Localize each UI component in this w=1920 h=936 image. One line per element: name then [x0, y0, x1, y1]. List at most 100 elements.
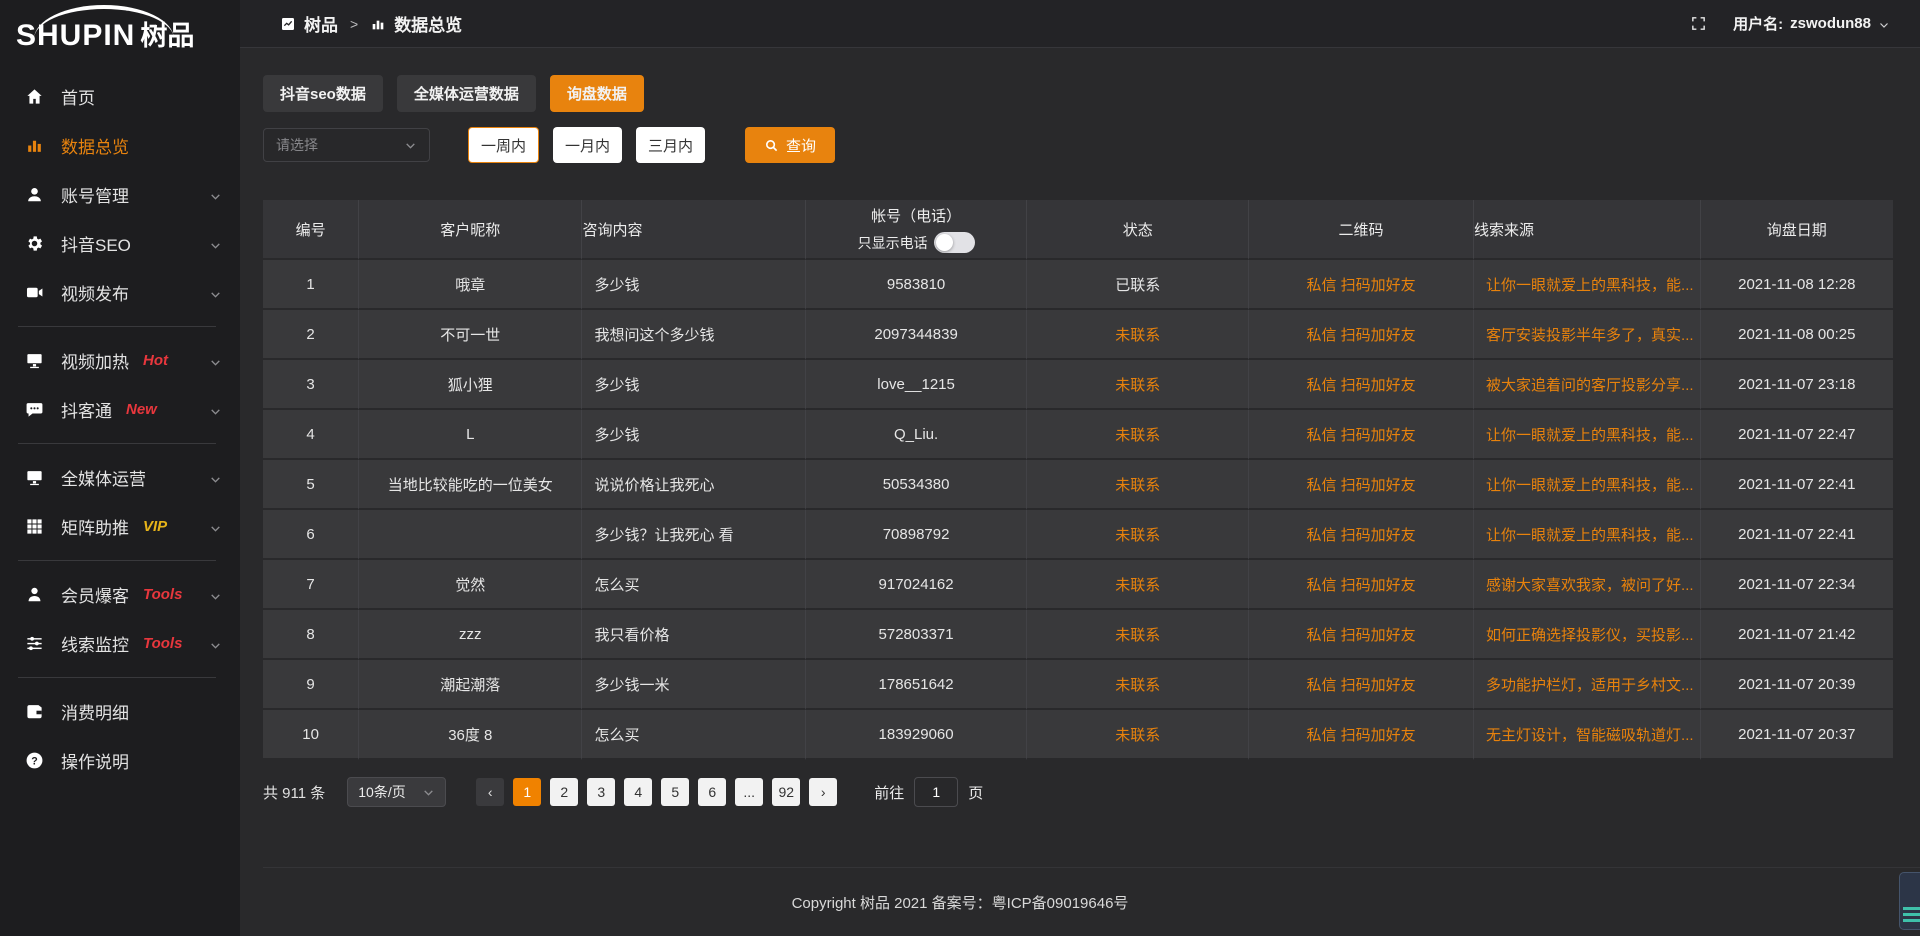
wallet-icon	[25, 702, 44, 721]
sidebar-item-label: 操作说明	[61, 748, 129, 773]
sidebar-item-wallet[interactable]: 消费明细	[0, 687, 240, 736]
page-size-select[interactable]: 10条/页	[347, 777, 446, 807]
sidebar-item-label: 线索监控	[61, 631, 129, 656]
breadcrumb-root[interactable]: 树品	[304, 11, 338, 36]
page-button-3[interactable]: 3	[587, 778, 615, 806]
col-header-qrcode: 二维码	[1249, 200, 1474, 260]
pager-ellipsis[interactable]: ...	[735, 778, 763, 806]
lead-source-link[interactable]: 被大家追着问的客厅投影分享...	[1486, 377, 1694, 394]
cell-qrcode: 私信 扫码加好友	[1249, 410, 1474, 460]
lead-source-link[interactable]: 让你一眼就爱上的黑科技，能...	[1486, 427, 1694, 444]
lead-source-link[interactable]: 让你一眼就爱上的黑科技，能...	[1486, 277, 1694, 294]
username-value: zswodun88	[1790, 15, 1871, 32]
qr-actions-link[interactable]: 私信 扫码加好友	[1306, 527, 1415, 544]
tab-2[interactable]: 全媒体运营数据	[397, 75, 536, 112]
period-button-1[interactable]: 一周内	[468, 127, 539, 163]
user-menu[interactable]: 用户名: zswodun88	[1733, 13, 1890, 34]
cell-content: 多少钱一米	[582, 660, 805, 710]
lead-source-link[interactable]: 感谢大家喜欢我家，被问了好...	[1486, 577, 1694, 594]
sidebar-item-member[interactable]: 会员爆客Tools	[0, 570, 240, 619]
prev-page-button[interactable]: ‹	[476, 778, 504, 806]
page-button-2[interactable]: 2	[550, 778, 578, 806]
qr-actions-link[interactable]: 私信 扫码加好友	[1306, 327, 1415, 344]
sliders-icon	[25, 634, 44, 653]
sidebar-item-label: 视频发布	[61, 280, 129, 305]
qr-actions-link[interactable]: 私信 扫码加好友	[1306, 277, 1415, 294]
sidebar-item-video[interactable]: 视频发布	[0, 268, 240, 317]
cell-source: 被大家追着问的客厅投影分享...	[1474, 360, 1701, 410]
sidebar-item-sliders[interactable]: 线索监控Tools	[0, 619, 240, 668]
page-button-92[interactable]: 92	[772, 778, 800, 806]
lead-source-link[interactable]: 无主灯设计，智能磁吸轨道灯...	[1486, 727, 1694, 744]
topbar-right: 用户名: zswodun88	[1690, 13, 1890, 34]
cell-qrcode: 私信 扫码加好友	[1249, 260, 1474, 310]
lead-source-link[interactable]: 客厅安装投影半年多了，真实...	[1486, 327, 1694, 344]
grid-icon	[25, 517, 44, 536]
page-button-5[interactable]: 5	[661, 778, 689, 806]
cell-nickname: 潮起潮落	[359, 660, 582, 710]
sidebar-item-help[interactable]: ?操作说明	[0, 736, 240, 785]
sidebar-item-chart[interactable]: 数据总览	[0, 121, 240, 170]
sidebar-item-screen[interactable]: 全媒体运营	[0, 453, 240, 502]
cell-date: 2021-11-07 20:39	[1701, 660, 1893, 710]
cell-source: 让你一眼就爱上的黑科技，能...	[1474, 410, 1701, 460]
sidebar-item-label: 视频加热	[61, 348, 129, 373]
cell-account: 2097344839	[806, 310, 1028, 360]
chevron-down-icon	[209, 354, 222, 367]
sidebar-item-gear[interactable]: 抖音SEO	[0, 219, 240, 268]
cell-status: 未联系	[1027, 510, 1249, 560]
sidebar-divider	[18, 326, 216, 327]
sidebar-item-grid[interactable]: 矩阵助推VIP	[0, 502, 240, 551]
lead-source-link[interactable]: 多功能护栏灯，适用于乡村文...	[1486, 677, 1694, 694]
cell-nickname: 哦章	[359, 260, 582, 310]
page-button-1[interactable]: 1	[513, 778, 541, 806]
search-button[interactable]: 查询	[745, 127, 835, 163]
next-page-button[interactable]: ›	[809, 778, 837, 806]
qr-actions-link[interactable]: 私信 扫码加好友	[1306, 377, 1415, 394]
cell-no: 9	[263, 660, 359, 710]
tab-3[interactable]: 询盘数据	[550, 75, 644, 112]
tab-1[interactable]: 抖音seo数据	[263, 75, 383, 112]
cell-content: 多少钱？让我死心 看	[582, 510, 805, 560]
sidebar-divider	[18, 677, 216, 678]
sidebar-item-label: 抖客通	[61, 397, 112, 422]
sidebar-item-monitor[interactable]: 视频加热Hot	[0, 336, 240, 385]
table-row: 2不可一世我想问这个多少钱2097344839未联系私信 扫码加好友客厅安装投影…	[263, 310, 1893, 360]
cell-status: 未联系	[1027, 310, 1249, 360]
col-header-status: 状态	[1027, 200, 1249, 260]
cell-status: 未联系	[1027, 560, 1249, 610]
period-button-2[interactable]: 一月内	[553, 127, 622, 163]
jump-page-input[interactable]	[914, 777, 958, 807]
cell-content: 多少钱	[582, 260, 805, 310]
monitor-icon	[25, 351, 44, 370]
qr-actions-link[interactable]: 私信 扫码加好友	[1306, 427, 1415, 444]
fullscreen-icon[interactable]	[1690, 15, 1707, 32]
brand-logo[interactable]: SHUPIN树品	[0, 0, 240, 58]
cell-account: 572803371	[806, 610, 1028, 660]
cell-account: 917024162	[806, 560, 1028, 610]
period-button-3[interactable]: 三月内	[636, 127, 705, 163]
col-header-account-label: 帐号（电话）	[806, 205, 1027, 226]
lead-source-link[interactable]: 如何正确选择投影仪，买投影...	[1486, 627, 1694, 644]
qr-actions-link[interactable]: 私信 扫码加好友	[1306, 477, 1415, 494]
lead-source-link[interactable]: 让你一眼就爱上的黑科技，能...	[1486, 527, 1694, 544]
lead-source-link[interactable]: 让你一眼就爱上的黑科技，能...	[1486, 477, 1694, 494]
phone-only-toggle[interactable]	[934, 232, 975, 253]
sidebar-item-user[interactable]: 账号管理	[0, 170, 240, 219]
qr-actions-link[interactable]: 私信 扫码加好友	[1306, 727, 1415, 744]
cell-status: 未联系	[1027, 360, 1249, 410]
cell-date: 2021-11-08 00:25	[1701, 310, 1893, 360]
qr-actions-link[interactable]: 私信 扫码加好友	[1306, 627, 1415, 644]
table-row: 6多少钱？让我死心 看70898792未联系私信 扫码加好友让你一眼就爱上的黑科…	[263, 510, 1893, 560]
sidebar-item-home[interactable]: 首页	[0, 72, 240, 121]
floating-widget[interactable]	[1899, 872, 1920, 930]
chevron-down-icon	[209, 237, 222, 250]
sidebar-item-label: 矩阵助推	[61, 514, 129, 539]
qr-actions-link[interactable]: 私信 扫码加好友	[1306, 677, 1415, 694]
filter-select[interactable]: 请选择	[263, 128, 430, 162]
qr-actions-link[interactable]: 私信 扫码加好友	[1306, 577, 1415, 594]
bar-chart-icon	[370, 16, 386, 32]
sidebar-item-chat[interactable]: 抖客通New	[0, 385, 240, 434]
page-button-6[interactable]: 6	[698, 778, 726, 806]
page-button-4[interactable]: 4	[624, 778, 652, 806]
